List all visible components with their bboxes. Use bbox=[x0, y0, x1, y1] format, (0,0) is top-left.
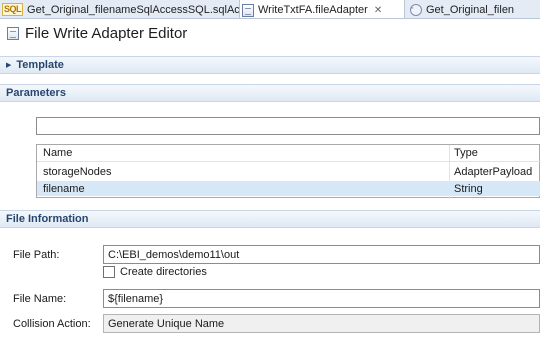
param-name: storageNodes bbox=[43, 165, 112, 178]
table-header-row: Name Type bbox=[37, 145, 540, 162]
column-header-type[interactable]: Type bbox=[454, 147, 478, 159]
tab-sql-access[interactable]: SQL Get_Original_filenameSqlAccessSQL.sq… bbox=[0, 0, 262, 18]
param-type: AdapterPayload bbox=[454, 165, 533, 178]
file-name-label: File Name: bbox=[13, 293, 67, 305]
param-name: filename bbox=[43, 182, 85, 195]
section-title: Parameters bbox=[6, 87, 66, 99]
tab-label: WriteTxtFA.fileAdapter bbox=[258, 4, 368, 16]
section-title: File Information bbox=[6, 213, 89, 225]
editor-title-text: File Write Adapter Editor bbox=[25, 25, 188, 42]
create-directories-checkbox[interactable] bbox=[103, 266, 115, 278]
collision-action-label: Collision Action: bbox=[13, 318, 91, 330]
tab-label: Get_Original_filen bbox=[426, 3, 515, 16]
collision-action-select[interactable]: Generate Unique Name bbox=[103, 314, 540, 333]
file-path-input[interactable]: C:\EBI_demos\demo11\out bbox=[103, 245, 540, 264]
file-information-section-header: File Information bbox=[0, 210, 540, 228]
service-icon: ◦ bbox=[410, 3, 422, 16]
tab-label: Get_Original_filenameSqlAccessSQL.sqlAcc… bbox=[27, 3, 263, 16]
tab-write-file-adapter[interactable]: WriteTxtFA.fileAdapter ✕ bbox=[239, 0, 405, 18]
editor-tab-bar: SQL Get_Original_filenameSqlAccessSQL.sq… bbox=[0, 0, 540, 19]
editor-title: File Write Adapter Editor bbox=[7, 25, 187, 42]
tab-get-original-filename[interactable]: ◦ Get_Original_filen bbox=[408, 0, 540, 18]
table-row-selected[interactable]: filename String bbox=[37, 181, 540, 196]
parameters-table: Name Type storageNodes AdapterPayload fi… bbox=[36, 144, 540, 199]
file-name-input[interactable]: ${filename} bbox=[103, 289, 540, 308]
file-path-label: File Path: bbox=[13, 249, 60, 261]
table-row[interactable]: storageNodes AdapterPayload bbox=[37, 164, 540, 179]
section-title: Template bbox=[16, 59, 64, 71]
file-adapter-icon bbox=[7, 27, 19, 40]
column-header-name[interactable]: Name bbox=[43, 147, 72, 159]
sql-icon: SQL bbox=[2, 3, 24, 16]
file-adapter-icon bbox=[242, 3, 254, 17]
create-directories-label: Create directories bbox=[120, 266, 207, 278]
expand-arrow-icon[interactable]: ▶ bbox=[6, 61, 11, 69]
template-section-header[interactable]: ▶ Template bbox=[0, 56, 540, 74]
parameters-section-header: Parameters bbox=[0, 84, 540, 102]
param-type: String bbox=[454, 182, 483, 195]
create-directories-option[interactable]: Create directories bbox=[103, 266, 207, 278]
close-icon[interactable]: ✕ bbox=[374, 5, 382, 16]
parameter-filter-input[interactable] bbox=[36, 117, 540, 135]
